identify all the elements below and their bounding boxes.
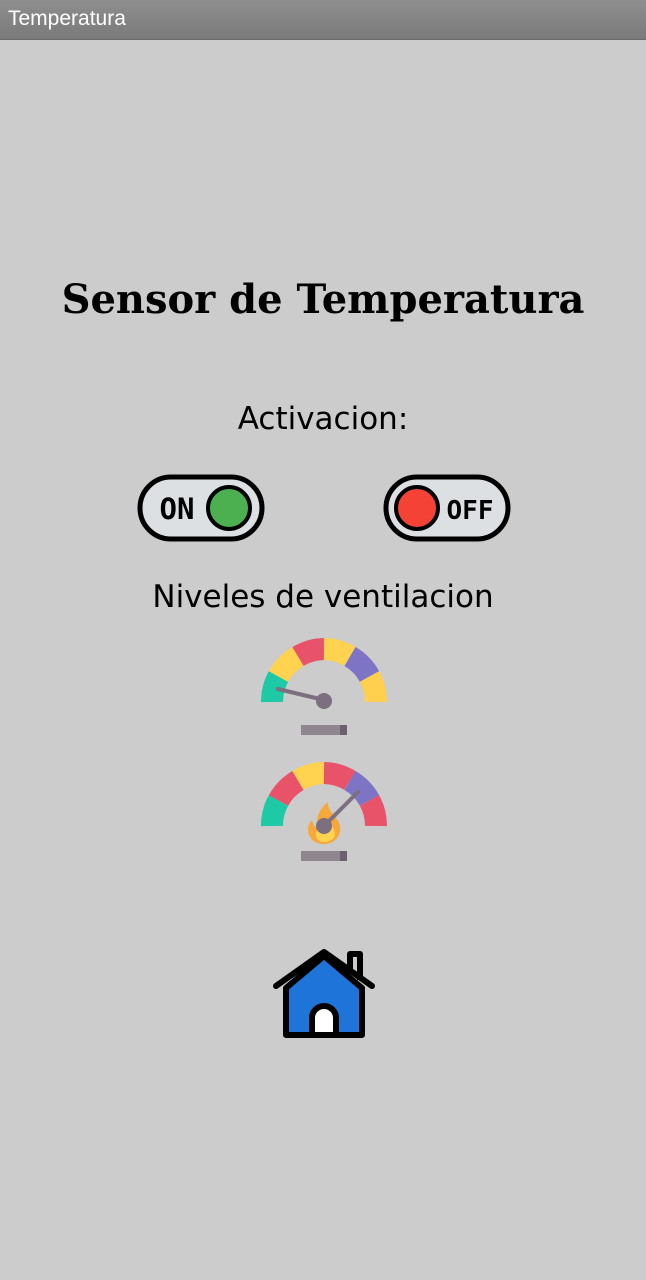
on-label: ON: [160, 492, 195, 526]
page-title: Sensor de Temperatura: [61, 276, 585, 323]
ventilation-high-button[interactable]: [258, 762, 390, 866]
home-icon: [273, 949, 375, 1038]
ventilation-levels-label: Niveles de ventilacion: [152, 579, 494, 615]
home-button[interactable]: [272, 948, 376, 1040]
toggle-off-icon: OFF: [383, 474, 511, 542]
title-bar: Temperatura: [0, 0, 646, 40]
ventilation-low-button[interactable]: [258, 634, 390, 740]
off-button[interactable]: OFF: [383, 474, 511, 542]
activation-label: Activacion:: [237, 401, 409, 437]
off-label: OFF: [447, 496, 494, 526]
window-title: Temperatura: [8, 7, 126, 30]
gauge-high-fire-icon: [261, 762, 387, 861]
toggle-on-icon: ON: [137, 474, 265, 542]
gauge-low-icon: [261, 638, 387, 735]
on-button[interactable]: ON: [137, 474, 265, 542]
